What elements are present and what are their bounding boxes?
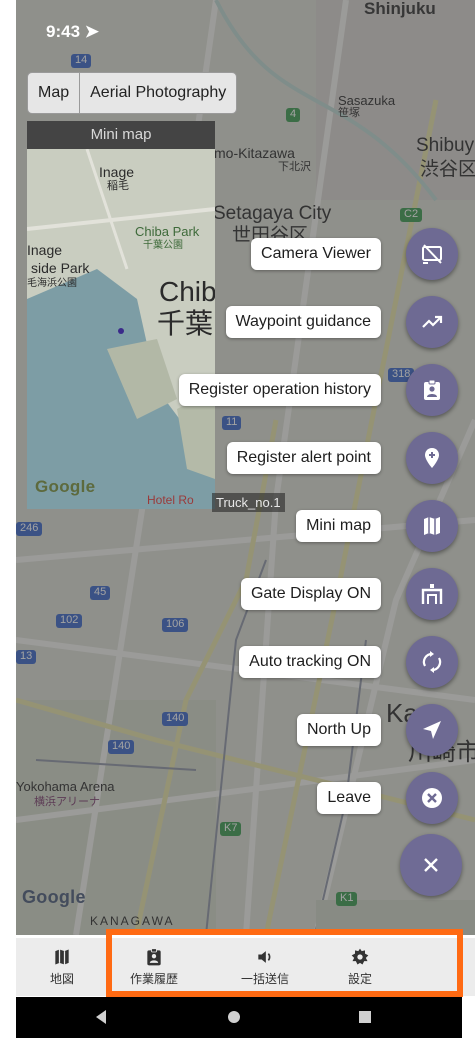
mini-label-inage-seaside: Inage xyxy=(27,242,63,258)
mini-label-inage: Inage xyxy=(99,164,135,180)
close-icon xyxy=(424,858,438,872)
map-type-switch: Map Aerial Photography xyxy=(27,72,238,114)
gate-icon xyxy=(421,584,443,604)
fab-label-waypoint-guidance[interactable]: Waypoint guidance xyxy=(225,306,381,338)
back-icon[interactable] xyxy=(94,1009,108,1025)
cancel-circle-icon xyxy=(422,788,442,808)
nav-item-map[interactable]: 地図 xyxy=(16,938,108,996)
mini-map[interactable]: Mini map Inage 稲毛 Chiba Park 千葉公園 Inage … xyxy=(27,121,215,509)
mini-label-chiba-park: Chiba Park xyxy=(135,224,200,239)
status-time-text: 9:43 xyxy=(46,22,81,41)
fab-close-button[interactable] xyxy=(400,834,462,896)
mini-map-title: Mini map xyxy=(27,121,215,149)
mini-label-seaside-park: side Park xyxy=(31,260,90,276)
mini-map-google-logo: Google xyxy=(35,477,96,496)
map-icon xyxy=(424,517,440,535)
map-icon xyxy=(55,949,69,965)
recents-icon[interactable] xyxy=(358,1010,372,1024)
waypoint-guidance-button[interactable] xyxy=(406,296,458,348)
navigation-arrow-icon xyxy=(423,721,441,739)
sync-icon xyxy=(422,651,442,673)
mini-label-inage-jp: 稲毛 xyxy=(107,180,129,192)
app-screen: Shinjuku Sasazuka 笹塚 mo-Kitazawa 下北沢 Shi… xyxy=(0,0,475,1038)
nav-item-map-label: 地図 xyxy=(49,972,74,986)
trending-up-icon xyxy=(422,315,443,328)
fab-label-gate-display[interactable]: Gate Display ON xyxy=(240,578,381,610)
clipboard-person-icon xyxy=(424,379,440,400)
fab-label-leave[interactable]: Leave xyxy=(317,782,381,814)
leave-button[interactable] xyxy=(406,772,458,824)
map-type-aerial-button[interactable]: Aerial Photography xyxy=(80,73,236,113)
cast-off-icon xyxy=(422,244,442,264)
fab-label-mini-map[interactable]: Mini map xyxy=(296,510,381,542)
truck-label: Truck_no.1 xyxy=(212,493,285,512)
fab-label-camera-viewer[interactable]: Camera Viewer xyxy=(251,238,381,270)
camera-viewer-button[interactable] xyxy=(406,228,458,280)
auto-tracking-button[interactable] xyxy=(406,636,458,688)
location-arrow-icon: ➤ xyxy=(84,22,100,41)
north-up-button[interactable] xyxy=(406,704,458,756)
highlight-box xyxy=(106,929,463,997)
register-operation-history-button[interactable] xyxy=(406,364,458,416)
gate-display-button[interactable] xyxy=(406,568,458,620)
mini-map-view[interactable]: Inage 稲毛 Chiba Park 千葉公園 Inage side Park… xyxy=(27,149,215,509)
fab-label-north-up[interactable]: North Up xyxy=(296,714,381,746)
fab-label-register-alert-point[interactable]: Register alert point xyxy=(226,442,381,474)
fab-label-register-operation-history[interactable]: Register operation history xyxy=(178,374,381,406)
mini-label-seaside-jp: 毛海浜公園 xyxy=(27,278,77,289)
system-navigation-bar xyxy=(16,997,462,1038)
mini-label-hotel: Hotel Ro xyxy=(147,493,194,507)
home-icon[interactable] xyxy=(227,1010,241,1024)
register-alert-point-button[interactable] xyxy=(406,432,458,484)
fab-label-auto-tracking[interactable]: Auto tracking ON xyxy=(239,646,381,678)
status-time: 9:43 ➤ xyxy=(46,22,99,42)
mini-label-chiba: Chib xyxy=(159,276,215,307)
add-location-icon xyxy=(425,448,439,468)
mini-label-chiba-jp: 千葉 xyxy=(157,308,214,339)
map-type-map-button[interactable]: Map xyxy=(28,73,81,113)
mini-map-button[interactable] xyxy=(406,500,458,552)
mini-label-chiba-park-jp: 千葉公園 xyxy=(143,240,183,251)
